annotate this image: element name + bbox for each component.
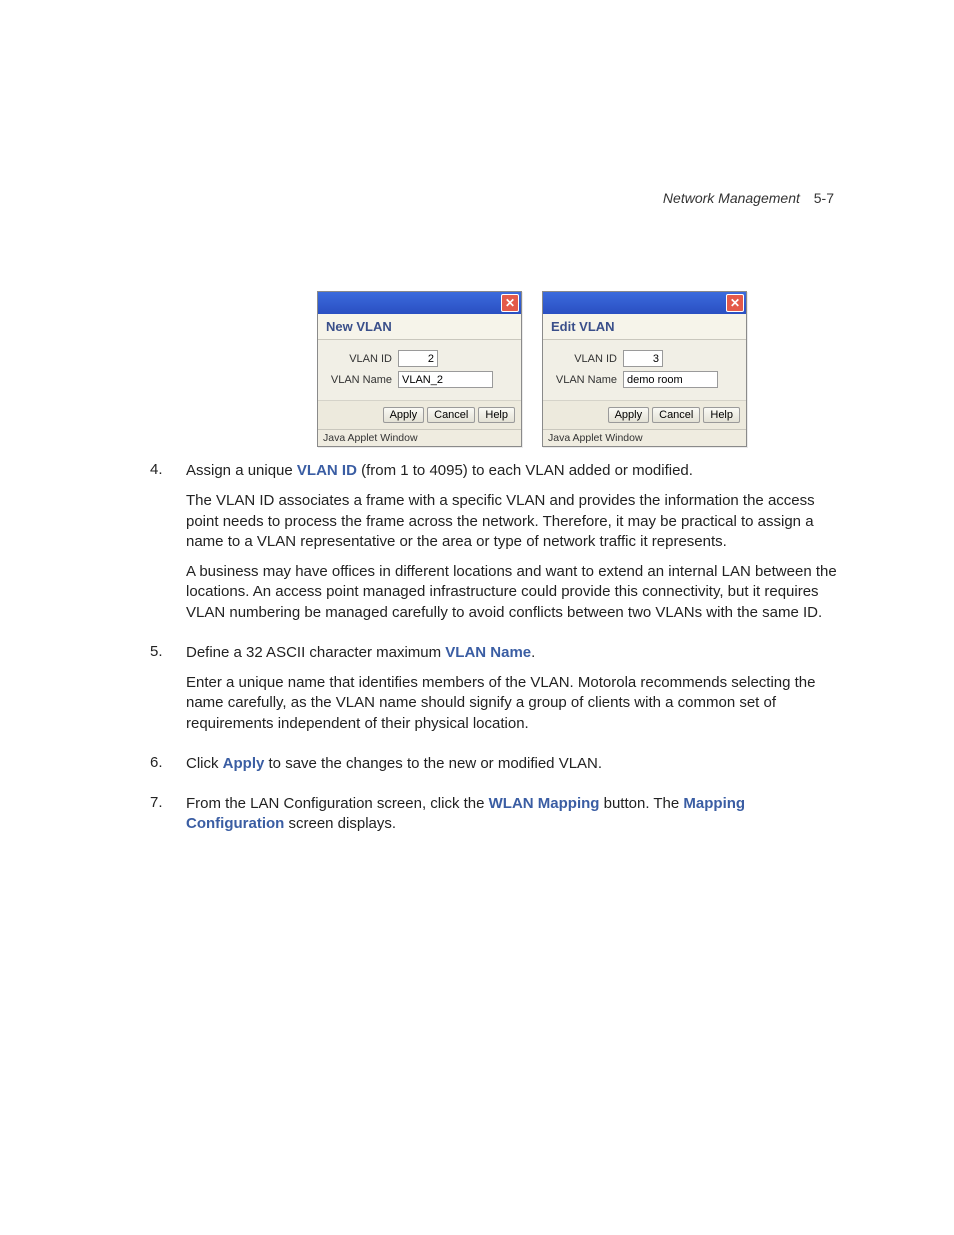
apply-button[interactable]: Apply xyxy=(608,407,650,423)
help-button[interactable]: Help xyxy=(478,407,515,423)
close-icon[interactable]: ✕ xyxy=(501,294,519,312)
vlan-name-label: VLAN Name xyxy=(328,374,398,386)
vlan-name-label: VLAN Name xyxy=(553,374,623,386)
dialog-status: Java Applet Window xyxy=(543,429,746,446)
close-icon[interactable]: ✕ xyxy=(726,294,744,312)
vlan-id-input[interactable] xyxy=(623,350,663,367)
page-header: Network Management 5-7 xyxy=(150,190,844,206)
vlan-id-label: VLAN ID xyxy=(553,353,623,365)
term-vlan-name: VLAN Name xyxy=(445,644,531,661)
dialog-screenshots: ✕ New VLAN VLAN ID VLAN Name Apply Cance… xyxy=(220,291,844,447)
apply-button[interactable]: Apply xyxy=(383,407,425,423)
step-number: 7. xyxy=(150,794,186,845)
term-apply: Apply xyxy=(223,755,265,772)
step-7: 7. From the LAN Configuration screen, cl… xyxy=(150,794,844,845)
step-number: 4. xyxy=(150,461,186,633)
step-5: 5. Define a 32 ASCII character maximum V… xyxy=(150,643,844,744)
term-wlan-mapping: WLAN Mapping xyxy=(489,795,600,812)
help-button[interactable]: Help xyxy=(703,407,740,423)
dialog-button-row: Apply Cancel Help xyxy=(543,400,746,429)
step-text: Click Apply to save the changes to the n… xyxy=(186,754,844,774)
vlan-id-label: VLAN ID xyxy=(328,353,398,365)
instruction-list: 4. Assign a unique VLAN ID (from 1 to 40… xyxy=(150,461,844,845)
step-number: 5. xyxy=(150,643,186,744)
step-4: 4. Assign a unique VLAN ID (from 1 to 40… xyxy=(150,461,844,633)
dialog-body: VLAN ID VLAN Name xyxy=(543,340,746,400)
page-number: 5-7 xyxy=(814,190,834,206)
dialog-title: New VLAN xyxy=(318,314,521,340)
step-text: From the LAN Configuration screen, click… xyxy=(186,794,844,835)
dialog-status: Java Applet Window xyxy=(318,429,521,446)
edit-vlan-dialog: ✕ Edit VLAN VLAN ID VLAN Name Apply Canc… xyxy=(542,291,747,447)
vlan-id-input[interactable] xyxy=(398,350,438,367)
cancel-button[interactable]: Cancel xyxy=(652,407,700,423)
step-number: 6. xyxy=(150,754,186,784)
vlan-name-input[interactable] xyxy=(398,371,493,388)
section-title: Network Management xyxy=(663,190,800,206)
step-text: Define a 32 ASCII character maximum VLAN… xyxy=(186,643,844,663)
term-vlan-id: VLAN ID xyxy=(297,462,357,479)
dialog-title: Edit VLAN xyxy=(543,314,746,340)
vlan-name-input[interactable] xyxy=(623,371,718,388)
step-text: A business may have offices in different… xyxy=(186,562,844,623)
new-vlan-dialog: ✕ New VLAN VLAN ID VLAN Name Apply Cance… xyxy=(317,291,522,447)
dialog-titlebar: ✕ xyxy=(543,292,746,314)
step-6: 6. Click Apply to save the changes to th… xyxy=(150,754,844,784)
dialog-body: VLAN ID VLAN Name xyxy=(318,340,521,400)
step-text: The VLAN ID associates a frame with a sp… xyxy=(186,491,844,552)
dialog-titlebar: ✕ xyxy=(318,292,521,314)
cancel-button[interactable]: Cancel xyxy=(427,407,475,423)
dialog-button-row: Apply Cancel Help xyxy=(318,400,521,429)
step-text: Assign a unique VLAN ID (from 1 to 4095)… xyxy=(186,461,844,481)
step-text: Enter a unique name that identifies memb… xyxy=(186,673,844,734)
